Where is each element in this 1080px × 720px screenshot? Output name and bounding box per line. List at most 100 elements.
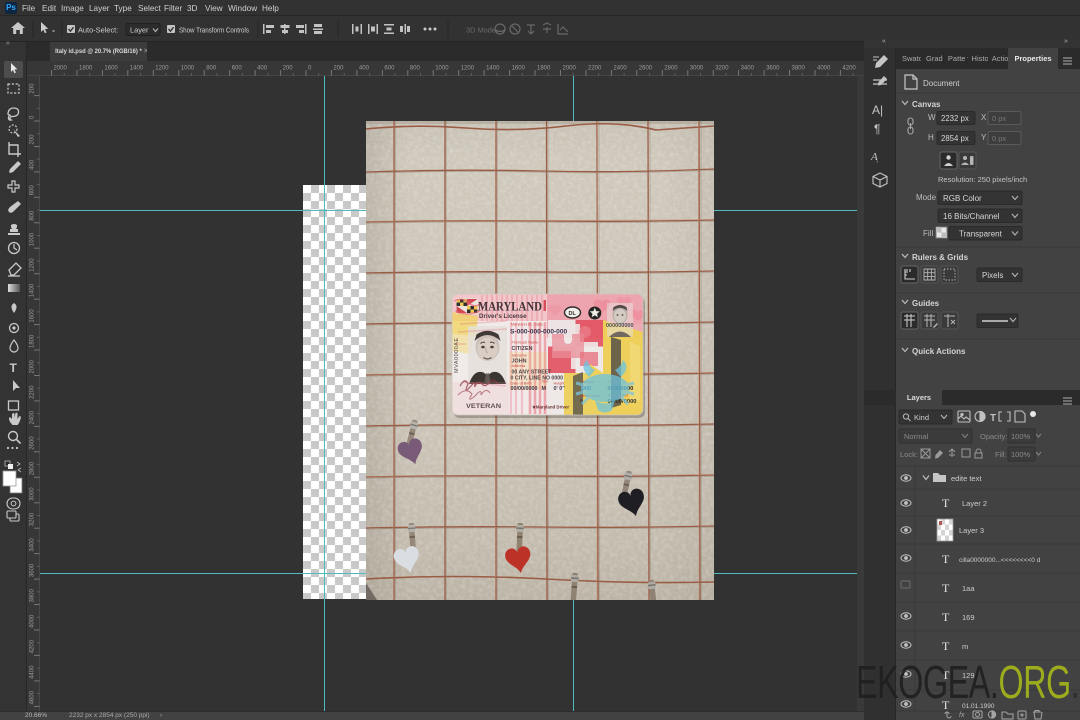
svg-text:1800: 1800 [537,66,551,72]
svg-text:1000: 1000 [30,232,36,246]
svg-text:3600: 3600 [30,563,36,577]
svg-text:Fill: Fill [923,229,933,238]
svg-text:2600: 2600 [30,436,36,450]
svg-text:4400: 4400 [30,665,36,679]
svg-text:W: W [928,113,936,122]
svg-text:H: H [928,133,934,142]
svg-text:4000: 4000 [30,614,36,628]
svg-text:A|: A| [872,103,883,117]
svg-text:Show Transform Controls: Show Transform Controls [179,26,249,35]
svg-text:3800: 3800 [792,66,806,72]
svg-text:800: 800 [30,210,36,221]
svg-text:2200: 2200 [588,66,602,72]
svg-text:2800: 2800 [664,66,678,72]
svg-text:1400: 1400 [130,66,144,72]
svg-text:2400: 2400 [613,66,627,72]
svg-text:01.01.1990: 01.01.1990 [962,703,995,710]
svg-text:Kind: Kind [914,413,929,422]
svg-text:¶: ¶ [874,122,880,136]
svg-text:2600: 2600 [639,66,653,72]
svg-text:800: 800 [206,66,217,72]
svg-text:1200: 1200 [155,66,169,72]
svg-text:3D Mode:: 3D Mode: [466,26,498,35]
svg-text:T: T [942,581,950,595]
svg-text:1600: 1600 [30,309,36,323]
svg-text:200: 200 [30,83,36,94]
svg-text:fx: fx [959,712,965,719]
svg-text:3000: 3000 [30,487,36,501]
svg-text:200: 200 [30,134,36,145]
svg-text:600: 600 [232,66,243,72]
svg-text:T: T [942,639,950,653]
svg-text:T: T [10,361,18,375]
svg-text:Normal: Normal [904,432,929,441]
svg-text:1400: 1400 [30,283,36,297]
svg-text:4600: 4600 [30,690,36,704]
svg-text:2800: 2800 [30,461,36,475]
svg-text:169: 169 [962,613,975,622]
svg-text:X: X [981,113,987,122]
svg-text:T: T [942,610,950,624]
svg-text:Resolution: 250 pixels/inch: Resolution: 250 pixels/inch [938,175,1027,184]
svg-text:Lock:: Lock: [900,450,918,459]
svg-text:Transparent: Transparent [959,230,1003,239]
svg-text:Auto-Select:: Auto-Select: [78,26,118,35]
svg-text:Fill:: Fill: [995,450,1007,459]
svg-text:3200: 3200 [715,66,729,72]
svg-text:1200: 1200 [30,258,36,272]
svg-text:100%: 100% [1011,450,1031,459]
svg-text:Guides: Guides [912,299,940,308]
svg-text:1800: 1800 [30,334,36,348]
svg-text:200: 200 [283,66,294,72]
svg-text:2000: 2000 [54,66,68,72]
svg-text:Rulers & Grids: Rulers & Grids [912,253,969,262]
svg-text:4000: 4000 [817,66,831,72]
svg-text:1600: 1600 [512,66,526,72]
svg-text:2000: 2000 [30,359,36,373]
svg-text:3400: 3400 [741,66,755,72]
svg-text:2232 px: 2232 px [941,114,969,123]
svg-text:400: 400 [30,159,36,170]
svg-text:RGB Color: RGB Color [943,194,982,203]
svg-text:Quick Actions: Quick Actions [912,347,966,356]
svg-text:T: T [942,552,950,566]
svg-text:1600: 1600 [104,66,118,72]
svg-text:600: 600 [30,185,36,196]
svg-text:100%: 100% [1011,432,1031,441]
svg-text:1800: 1800 [79,66,93,72]
svg-text:3000: 3000 [690,66,704,72]
svg-text:0 px: 0 px [992,134,1006,143]
svg-text:1200: 1200 [461,66,475,72]
svg-text:3600: 3600 [766,66,780,72]
svg-text:600: 600 [384,66,395,72]
svg-text:3800: 3800 [30,588,36,602]
svg-text:Layer: Layer [130,26,149,35]
svg-text:4200: 4200 [30,639,36,653]
svg-text:Pixels: Pixels [982,271,1003,280]
svg-text:2000: 2000 [563,66,577,72]
svg-text:Mode: Mode [916,193,937,202]
svg-text:3400: 3400 [30,538,36,552]
svg-text:T: T [942,496,950,510]
svg-text:3200: 3200 [30,512,36,526]
svg-text:cilla0000000...<<<<<<<<0 d: cilla0000000...<<<<<<<<0 d [959,557,1041,564]
svg-text:2854 px: 2854 px [941,134,969,143]
svg-text:Layer 3: Layer 3 [959,526,984,535]
svg-text:0 px: 0 px [992,114,1006,123]
svg-text:T: T [990,413,996,424]
svg-text:1000: 1000 [435,66,449,72]
svg-text:2200: 2200 [30,385,36,399]
svg-text:m: m [962,642,968,651]
svg-text:800: 800 [410,66,421,72]
svg-text:Document: Document [923,79,960,88]
svg-text:1400: 1400 [486,66,500,72]
svg-text:1aa: 1aa [962,584,975,593]
svg-text:400: 400 [257,66,268,72]
svg-text:16 Bits/Channel: 16 Bits/Channel [943,212,1000,221]
svg-text:4200: 4200 [842,66,856,72]
svg-text:400: 400 [359,66,370,72]
svg-text:A̹: A̹ [870,151,878,163]
svg-text:2400: 2400 [30,410,36,424]
svg-text:Canvas: Canvas [912,100,941,109]
svg-text:200: 200 [333,66,344,72]
